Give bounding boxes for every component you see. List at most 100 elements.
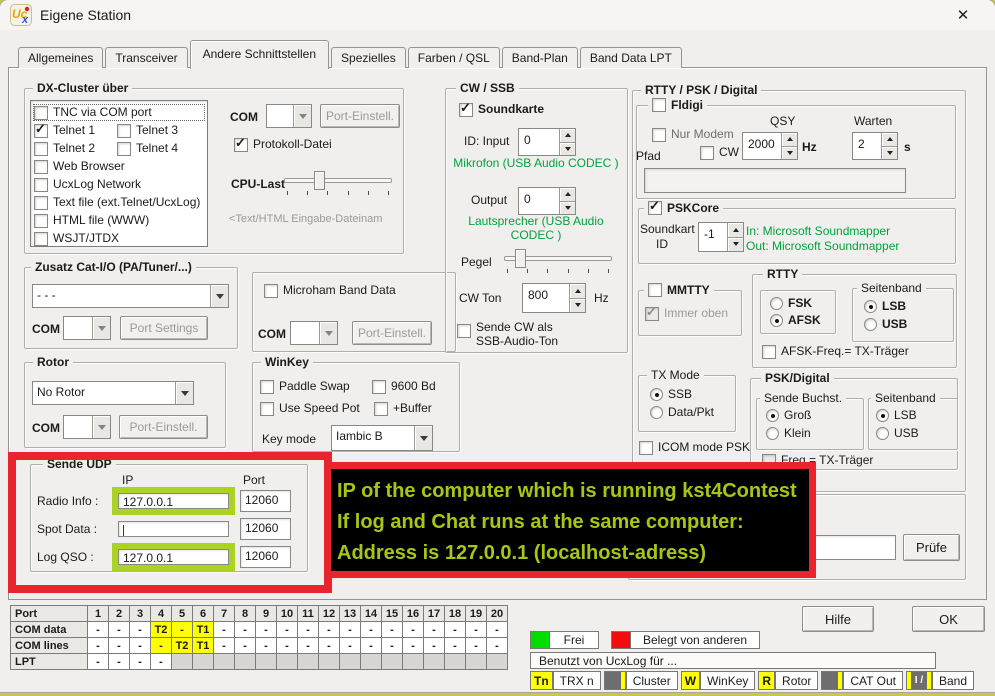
dx-port-settings-button[interactable]: Port-Einstell. [320,104,400,128]
checkbox-sende-cw-als-ssb[interactable]: Sende CW alsSSB-Audio-Ton [457,320,558,348]
spin-up-icon[interactable] [560,129,575,142]
checkbox-mmtty[interactable]: MMTTY [644,282,714,297]
tab-transceiver[interactable]: Transceiver [105,47,187,68]
radio-gross[interactable]: Groß [766,408,811,422]
dx-cluster-item-text-file-ext-telnet-ucxlog[interactable]: Text file (ext.Telnet/UcxLog) [34,195,200,210]
port-input[interactable]: 12060 [240,490,291,512]
group-title: CW / SSB [456,81,519,95]
checkbox-paddle-swap[interactable]: Paddle Swap [260,379,350,394]
checkbox-immer-oben[interactable]: Immer oben [645,306,728,321]
checkbox-9600-bd[interactable]: 9600 Bd [372,379,436,394]
rotor-port-settings-button[interactable]: Port-Einstell. [119,415,208,439]
pskcore-id-spinner[interactable]: -1 [698,222,744,252]
zusatz-com-dropdown[interactable] [63,316,111,340]
dx-cluster-item-telnet-1[interactable]: Telnet 1 [34,123,117,138]
chevron-down-icon[interactable] [414,426,432,450]
spin-down-icon[interactable] [560,201,575,215]
checkbox-use-speed-pot[interactable]: Use Speed Pot [260,401,360,416]
rotor-com-dropdown[interactable] [63,415,111,439]
radio-usb-psk[interactable]: USB [876,426,919,440]
dx-cluster-item-telnet-3[interactable]: Telnet 3 [117,123,178,138]
radio-data-pkt[interactable]: Data/Pkt [650,405,714,419]
port-input[interactable]: 12060 [240,518,291,540]
port-input[interactable]: 12060 [240,546,291,568]
checkbox-nur-modem[interactable]: Nur Modem [652,127,734,142]
chevron-down-icon[interactable] [210,285,228,307]
tab-andere-schnittstellen[interactable]: Andere Schnittstellen [190,40,329,69]
spin-up-icon[interactable] [560,188,575,201]
dx-cluster-item-ucxlog-network[interactable]: UcxLog Network [34,177,141,192]
microham-com-dropdown[interactable] [290,321,338,345]
pfad-input[interactable] [644,168,906,193]
dx-cluster-item-tnc-via-com-port[interactable]: TNC via COM port [34,105,204,120]
rotor-dropdown[interactable]: No Rotor [32,381,194,405]
spin-down-icon[interactable] [728,237,743,252]
dx-cluster-item-web-browser[interactable]: Web Browser [34,159,125,174]
radio-lsb-rtty[interactable]: LSB [864,299,906,313]
radio-circle [876,409,889,422]
radio-afsk[interactable]: AFSK [770,313,821,327]
tab-band-plan[interactable]: Band-Plan [502,47,578,68]
tab-band-data-lpt[interactable]: Band Data LPT [580,47,682,68]
ip-input[interactable]: 127.0.0.1 [118,493,229,509]
input-id-spinner[interactable]: 0 [518,128,576,156]
ok-button[interactable]: OK [912,606,985,632]
output-id-spinner[interactable]: 0 [518,187,576,215]
checkbox-plus-buffer[interactable]: +Buffer [374,401,432,416]
checkbox-fldigi[interactable]: Fldigi [648,97,707,112]
tab-farben-qsl[interactable]: Farben / QSL [408,47,500,68]
close-button[interactable]: ✕ [947,3,979,27]
tab-allgemeines[interactable]: Allgemeines [18,47,103,68]
tab-spezielles[interactable]: Spezielles [331,47,406,68]
dx-cluster-listbox[interactable]: TNC via COM port Telnet 1Telnet 3Telnet 2… [30,100,208,247]
checkbox-soundkarte[interactable]: Soundkarte [459,102,544,117]
microham-port-settings-button[interactable]: Port-Einstell. [352,321,432,345]
dx-com-dropdown[interactable] [266,104,312,128]
dx-cluster-item-telnet-2[interactable]: Telnet 2 [34,141,117,156]
pruefe-button[interactable]: Prüfe [903,534,960,561]
radio-klein[interactable]: Klein [766,426,811,440]
checkbox-afsk-freq-tx-traeger[interactable]: AFSK-Freq.= TX-Träger [762,344,909,359]
legend-frei: Frei [530,631,599,649]
dx-cluster-item-html-file-www[interactable]: HTML file (WWW) [34,213,149,228]
cpu-last-slider[interactable] [284,171,392,197]
cw-ton-spinner[interactable]: 800 [522,283,586,313]
ip-input[interactable]: 127.0.0.1 [118,549,229,565]
chevron-down-icon[interactable] [293,105,311,127]
checkbox-pskcore[interactable]: PSKCore [644,200,723,215]
checkbox-cw[interactable]: CW [700,145,739,160]
dx-cluster-item-telnet-4[interactable]: Telnet 4 [117,141,178,156]
chevron-down-icon[interactable] [175,382,193,404]
hilfe-button[interactable]: Hilfe [802,606,874,632]
ip-input[interactable] [118,521,229,537]
chevron-down-icon[interactable] [92,317,110,339]
spin-down-icon[interactable] [570,298,585,313]
port-table-cell: - [277,622,298,638]
spin-down-icon[interactable] [560,142,575,156]
chevron-down-icon[interactable] [319,322,337,344]
zusatz-device-dropdown[interactable]: - - - [32,284,229,308]
radio-usb-rtty[interactable]: USB [864,317,907,331]
slider-thumb[interactable] [515,249,526,268]
pegel-slider[interactable] [504,249,612,275]
spin-up-icon[interactable] [570,284,585,298]
spin-up-icon[interactable] [728,223,743,237]
radio-fsk[interactable]: FSK [770,296,812,310]
qsy-spinner[interactable]: 2000 [742,132,798,160]
radio-lsb-psk[interactable]: LSB [876,408,917,422]
spin-down-icon[interactable] [782,146,797,160]
warten-spinner[interactable]: 2 [852,132,898,160]
chevron-down-icon[interactable] [92,416,110,438]
zusatz-port-settings-button[interactable]: Port Settings [120,316,208,340]
radio-ssb[interactable]: SSB [650,387,692,401]
checkbox-icom-mode-psk[interactable]: ICOM mode PSK [639,440,750,455]
spin-down-icon[interactable] [882,146,897,160]
key-mode-dropdown[interactable]: Iambic B [331,425,433,451]
slider-thumb[interactable] [314,171,325,190]
annotation-text: IP of the computer which is running kst4… [337,476,809,569]
dx-cluster-item-wsjt-jtdx[interactable]: WSJT/JTDX [34,231,119,246]
checkbox-microham-band-data[interactable]: Microham Band Data [264,283,396,298]
spin-up-icon[interactable] [782,133,797,146]
spin-up-icon[interactable] [882,133,897,146]
checkbox-protokoll-datei[interactable]: Protokoll-Datei [234,137,332,152]
